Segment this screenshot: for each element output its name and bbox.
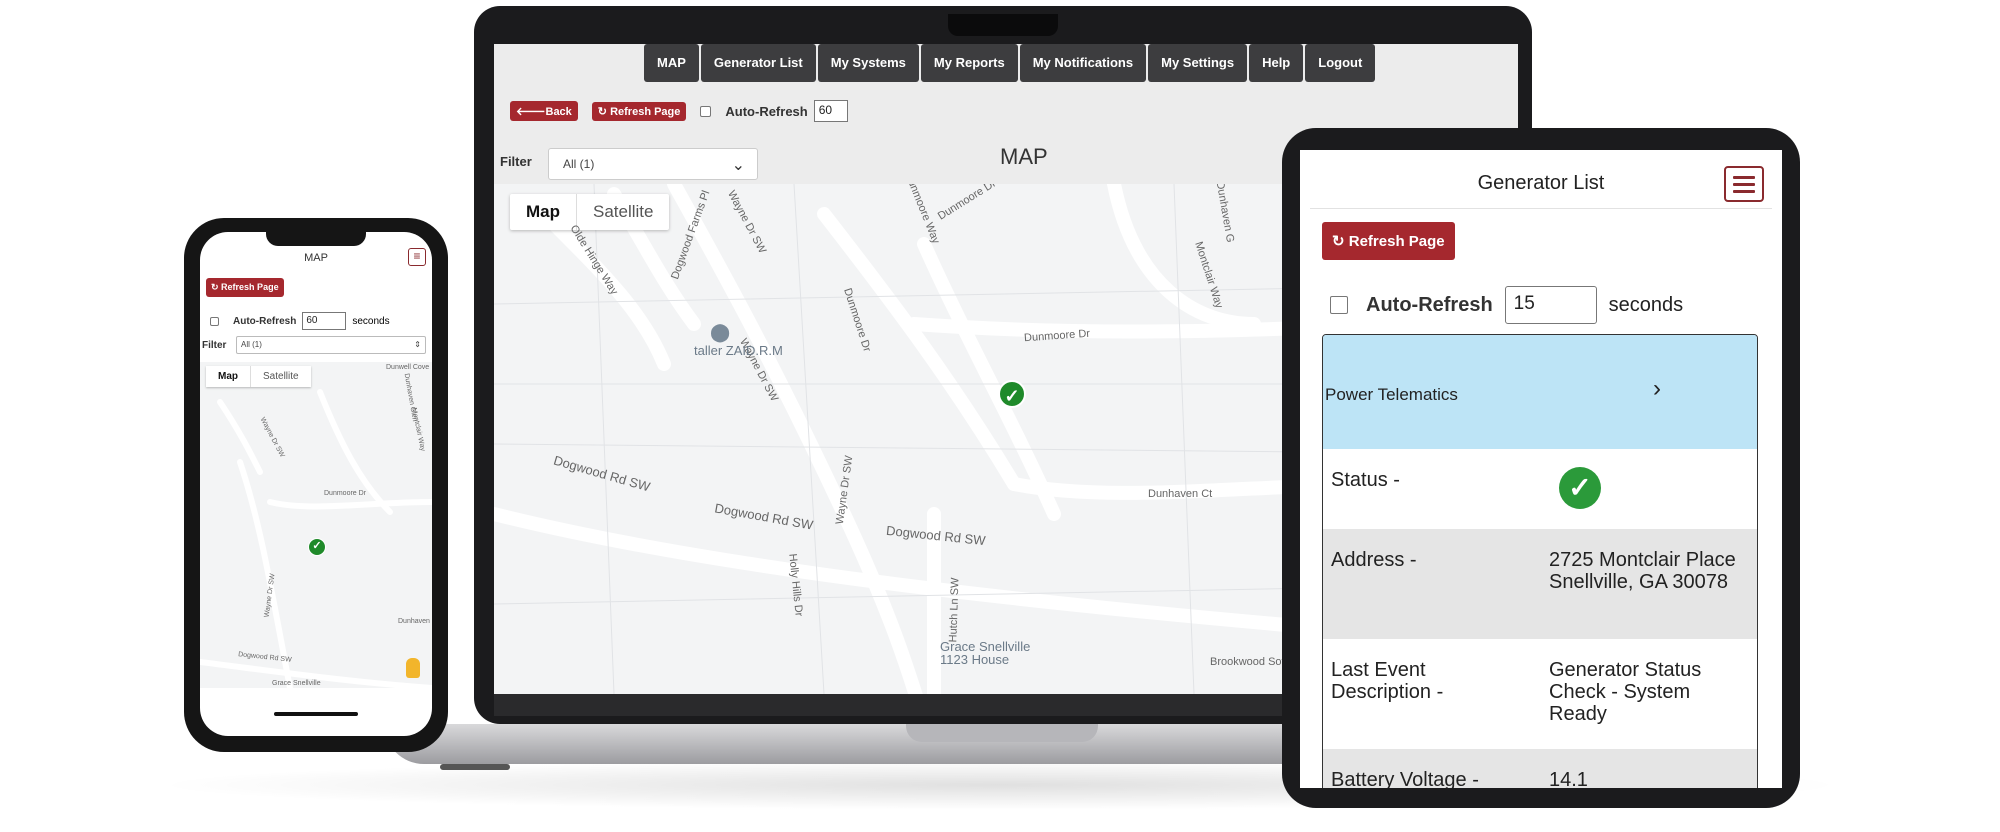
street-label: Grace Snellville (272, 680, 321, 687)
phone-refresh-button[interactable]: ↻ Refresh Page (206, 278, 284, 297)
poi-grace-sub: 1123 House (940, 652, 1010, 667)
nav-logout[interactable]: Logout (1305, 44, 1376, 82)
phone-map-type-map[interactable]: Map (206, 366, 251, 387)
generator-marker-check-icon[interactable]: ✓ (998, 380, 1026, 408)
last-event-row: Last Event Description - Generator Statu… (1323, 639, 1757, 749)
phone-seconds-label: seconds (352, 315, 390, 327)
pegman-icon[interactable] (406, 658, 420, 678)
page-title: MAP (1000, 144, 1048, 169)
hamburger-icon[interactable]: ≡ (408, 248, 426, 266)
phone-screen: MAP ≡ ↻ Refresh Page Auto-Refresh 60 sec… (200, 232, 432, 736)
home-indicator (274, 712, 358, 716)
last-event-value: Generator Status Check - System Ready (1549, 659, 1702, 725)
tablet-refresh-button[interactable]: ↻ Refresh Page (1322, 222, 1455, 260)
tablet-page-title: Generator List (1477, 172, 1605, 194)
street-label: Dunmoore Dr (324, 490, 367, 497)
filter-label: Filter (500, 154, 532, 169)
device-mockup-stage: MAP Generator List My Systems My Reports… (0, 0, 2000, 832)
phone-auto-refresh-input[interactable]: 60 (302, 312, 347, 330)
tablet-refresh-label: Refresh Page (1348, 233, 1445, 250)
last-event-label: Last Event Description - (1331, 659, 1444, 703)
battery-row: Battery Voltage - 14.1 (1323, 749, 1757, 788)
arrow-left-icon: 🡐 (516, 106, 546, 118)
laptop-foot (440, 764, 510, 770)
street-label: Dunhaven Ct (1148, 488, 1213, 500)
chevron-updown-icon: ⇕ (414, 340, 421, 349)
laptop-hinge (906, 724, 1098, 742)
address-row: Address - 2725 Montclair Place Snellvill… (1323, 529, 1757, 639)
toolbar: 🡐Back ↻ Refresh Page Auto-Refresh 60 (510, 100, 848, 122)
tablet-seconds-label: seconds (1608, 293, 1684, 316)
phone-filter-label: Filter (202, 340, 227, 351)
refresh-page-button[interactable]: ↻ Refresh Page (591, 101, 687, 121)
auto-refresh-input[interactable]: 60 (813, 100, 848, 122)
auto-refresh-label: Auto-Refresh (725, 103, 808, 119)
tablet-auto-refresh-label: Auto-Refresh (1366, 293, 1493, 316)
phone-refresh-label: Refresh Page (221, 282, 279, 292)
nav-my-settings[interactable]: My Settings (1148, 44, 1248, 82)
generator-name: Power Telematics (1325, 385, 1458, 404)
refresh-label: Refresh Page (610, 105, 681, 118)
battery-label: Battery Voltage - (1331, 769, 1479, 788)
tablet-screen: Generator List ↻ Refresh Page Auto-Refre… (1300, 150, 1782, 788)
map-type-map[interactable]: Map (510, 194, 577, 230)
map-type-toggle: Map Satellite (510, 194, 670, 230)
phone-page-title: MAP (304, 252, 328, 264)
auto-refresh-checkbox[interactable] (700, 105, 712, 117)
street-label: Hutch Ln SW (947, 577, 962, 643)
address-label: Address - (1331, 549, 1417, 571)
hamburger-icon[interactable] (1724, 166, 1764, 202)
phone-auto-refresh-row: Auto-Refresh 60 seconds (210, 312, 390, 330)
filter-select[interactable]: All (1) ⌄ (548, 148, 758, 180)
phone-map-type-satellite[interactable]: Satellite (251, 366, 311, 387)
nav-generator-list[interactable]: Generator List (700, 44, 816, 82)
nav-help[interactable]: Help (1249, 44, 1304, 82)
phone-map-roads (200, 389, 432, 688)
phone-auto-refresh-checkbox[interactable] (210, 316, 219, 326)
map-type-satellite[interactable]: Satellite (577, 194, 669, 230)
nav-my-notifications[interactable]: My Notifications (1019, 44, 1147, 82)
laptop-camera-notch (948, 14, 1058, 36)
poi-taller[interactable]: ⬤ taller ZAID.R.M (694, 322, 783, 358)
status-label: Status - (1331, 469, 1400, 491)
phone-generator-marker-check-icon[interactable]: ✓ (308, 538, 326, 556)
nav-my-systems[interactable]: My Systems (817, 44, 919, 82)
filter-value: All (1) (563, 157, 595, 171)
main-nav: MAP Generator List My Systems My Reports… (644, 44, 1376, 84)
back-label: Back (545, 106, 572, 118)
generator-card-header[interactable]: Power Telematics › (1323, 335, 1757, 449)
status-row: Status - ✓ (1323, 449, 1757, 529)
tablet-auto-refresh-row: Auto-Refresh 15 seconds (1330, 286, 1683, 324)
map-pin-icon: ⬤ (710, 322, 731, 342)
address-value: 2725 Montclair Place Snellville, GA 3007… (1549, 549, 1736, 593)
nav-my-reports[interactable]: My Reports (920, 44, 1018, 82)
chevron-right-icon[interactable]: › (1653, 375, 1661, 403)
tablet-auto-refresh-checkbox[interactable] (1330, 296, 1348, 314)
phone-notch (266, 232, 366, 246)
refresh-icon: ↻ (597, 105, 611, 118)
battery-value: 14.1 (1549, 769, 1588, 788)
generator-card: Power Telematics › Status - ✓ Address - … (1322, 334, 1758, 788)
chevron-down-icon: ⌄ (731, 157, 745, 174)
poi-grace[interactable]: Grace Snellville 1123 House (940, 640, 1030, 666)
refresh-icon: ↻ (1332, 233, 1349, 250)
phone-filter-select[interactable]: All (1) ⇕ (236, 336, 426, 354)
street-label: Dunwell Cove (386, 364, 430, 371)
street-label: Dunhaven (398, 618, 430, 625)
poi-taller-label: taller ZAID.R.M (694, 343, 783, 358)
phone-map-view[interactable]: Map Satellite Dunmoore Dr Wayne Dr SW Do… (200, 362, 432, 688)
back-button[interactable]: 🡐Back (510, 101, 578, 121)
refresh-icon: ↻ (211, 282, 222, 292)
tablet-auto-refresh-input[interactable]: 15 (1504, 286, 1597, 324)
phone-map-type-toggle: Map Satellite (206, 366, 311, 387)
check-circle-icon: ✓ (1559, 467, 1601, 509)
nav-map[interactable]: MAP (644, 44, 699, 82)
phone-auto-refresh-label: Auto-Refresh (233, 315, 297, 327)
header-divider (1310, 208, 1772, 209)
phone-filter-value: All (1) (241, 340, 262, 349)
